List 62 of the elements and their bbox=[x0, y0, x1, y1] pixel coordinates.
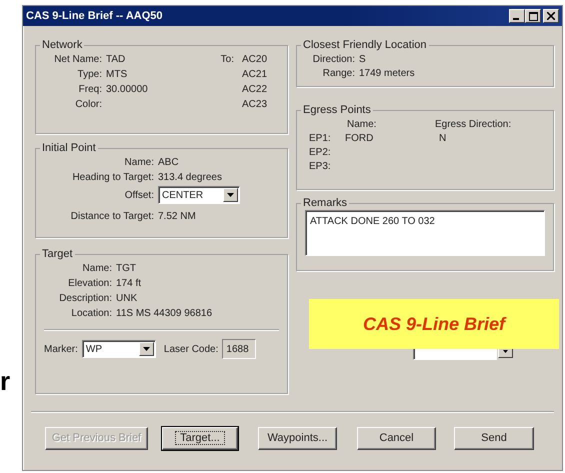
field-label: Type: bbox=[76, 68, 102, 82]
dialog-button[interactable]: Send bbox=[454, 427, 534, 450]
field-value: 174 ft bbox=[116, 277, 142, 291]
field-label: Name: bbox=[82, 262, 112, 276]
field-label: Direction: bbox=[312, 53, 355, 66]
close-icon bbox=[547, 12, 555, 20]
field-value: 313.4 degrees bbox=[158, 171, 222, 185]
field-value: MTS bbox=[106, 68, 128, 82]
direction-value: N bbox=[439, 132, 446, 145]
dialog-button[interactable]: Target... bbox=[162, 427, 238, 450]
point-name: FORD bbox=[345, 132, 374, 145]
field-label: Name: bbox=[124, 156, 154, 170]
column-header: Name: bbox=[347, 118, 378, 131]
field-value: TAD bbox=[106, 53, 126, 67]
field-value: AC23 bbox=[242, 98, 268, 112]
field-label: Freq: bbox=[78, 83, 102, 97]
maximize-button[interactable] bbox=[525, 9, 541, 23]
group-title: Network bbox=[41, 39, 84, 52]
field-label: To: bbox=[220, 53, 234, 67]
field-value: AC20 bbox=[242, 53, 268, 67]
column-header: Egress Direction: bbox=[435, 118, 512, 131]
field-value: ABC bbox=[158, 156, 179, 170]
group-title: Remarks bbox=[302, 197, 348, 210]
field-value: S bbox=[359, 53, 366, 66]
field-value: 1749 meters bbox=[359, 67, 415, 80]
field-label: Description: bbox=[58, 292, 112, 306]
group-title: Egress Points bbox=[302, 104, 372, 117]
close-button[interactable] bbox=[543, 9, 559, 23]
field-label: Color: bbox=[74, 98, 102, 112]
group-title: Initial Point bbox=[41, 142, 97, 155]
row-label: EP2: bbox=[308, 146, 332, 159]
field-label: Marker: bbox=[44, 342, 78, 356]
field-label: Elevation: bbox=[67, 277, 112, 291]
field-label: Heading to Target: bbox=[71, 171, 154, 185]
marker-dropdown[interactable]: WP bbox=[82, 340, 156, 358]
field-value: 30.00000 bbox=[106, 83, 149, 97]
field-value: 7.52 NM bbox=[158, 210, 196, 224]
maximize-icon bbox=[528, 12, 538, 20]
field-label: Range: bbox=[322, 67, 355, 80]
caption-label: CAS 9-Line Brief bbox=[309, 299, 559, 349]
field-value: AC21 bbox=[242, 68, 268, 82]
field-value: 11S MS 44309 96816 bbox=[116, 307, 212, 321]
field-label: Distance to Target: bbox=[70, 210, 154, 224]
field-label: Net Name: bbox=[53, 53, 102, 67]
dialog-button[interactable]: Waypoints... bbox=[258, 427, 337, 450]
group-title: Target bbox=[41, 248, 74, 261]
field-label: Offset: bbox=[124, 188, 154, 202]
field-value: AC22 bbox=[242, 83, 268, 97]
group-title: Closest Friendly Location bbox=[302, 39, 428, 52]
laser-code-field[interactable]: 1688 bbox=[222, 339, 256, 359]
offset-dropdown[interactable]: CENTER bbox=[158, 186, 240, 204]
letter-fragment: r bbox=[0, 368, 10, 394]
field-value: UNK bbox=[116, 292, 138, 306]
field-value: TGT bbox=[116, 262, 136, 276]
field-label: Location: bbox=[70, 307, 112, 321]
field-label: Laser Code: bbox=[164, 342, 218, 356]
row-label: EP3: bbox=[308, 160, 332, 173]
window-title: CAS 9-Line Brief -- AAQ50 bbox=[26, 8, 163, 24]
minimize-button[interactable] bbox=[509, 9, 525, 23]
dialog-button[interactable]: Cancel bbox=[357, 427, 436, 450]
row-label: EP1: bbox=[308, 132, 332, 145]
remarks-field[interactable]: ATTACK DONE 260 TO 032 bbox=[305, 210, 545, 256]
